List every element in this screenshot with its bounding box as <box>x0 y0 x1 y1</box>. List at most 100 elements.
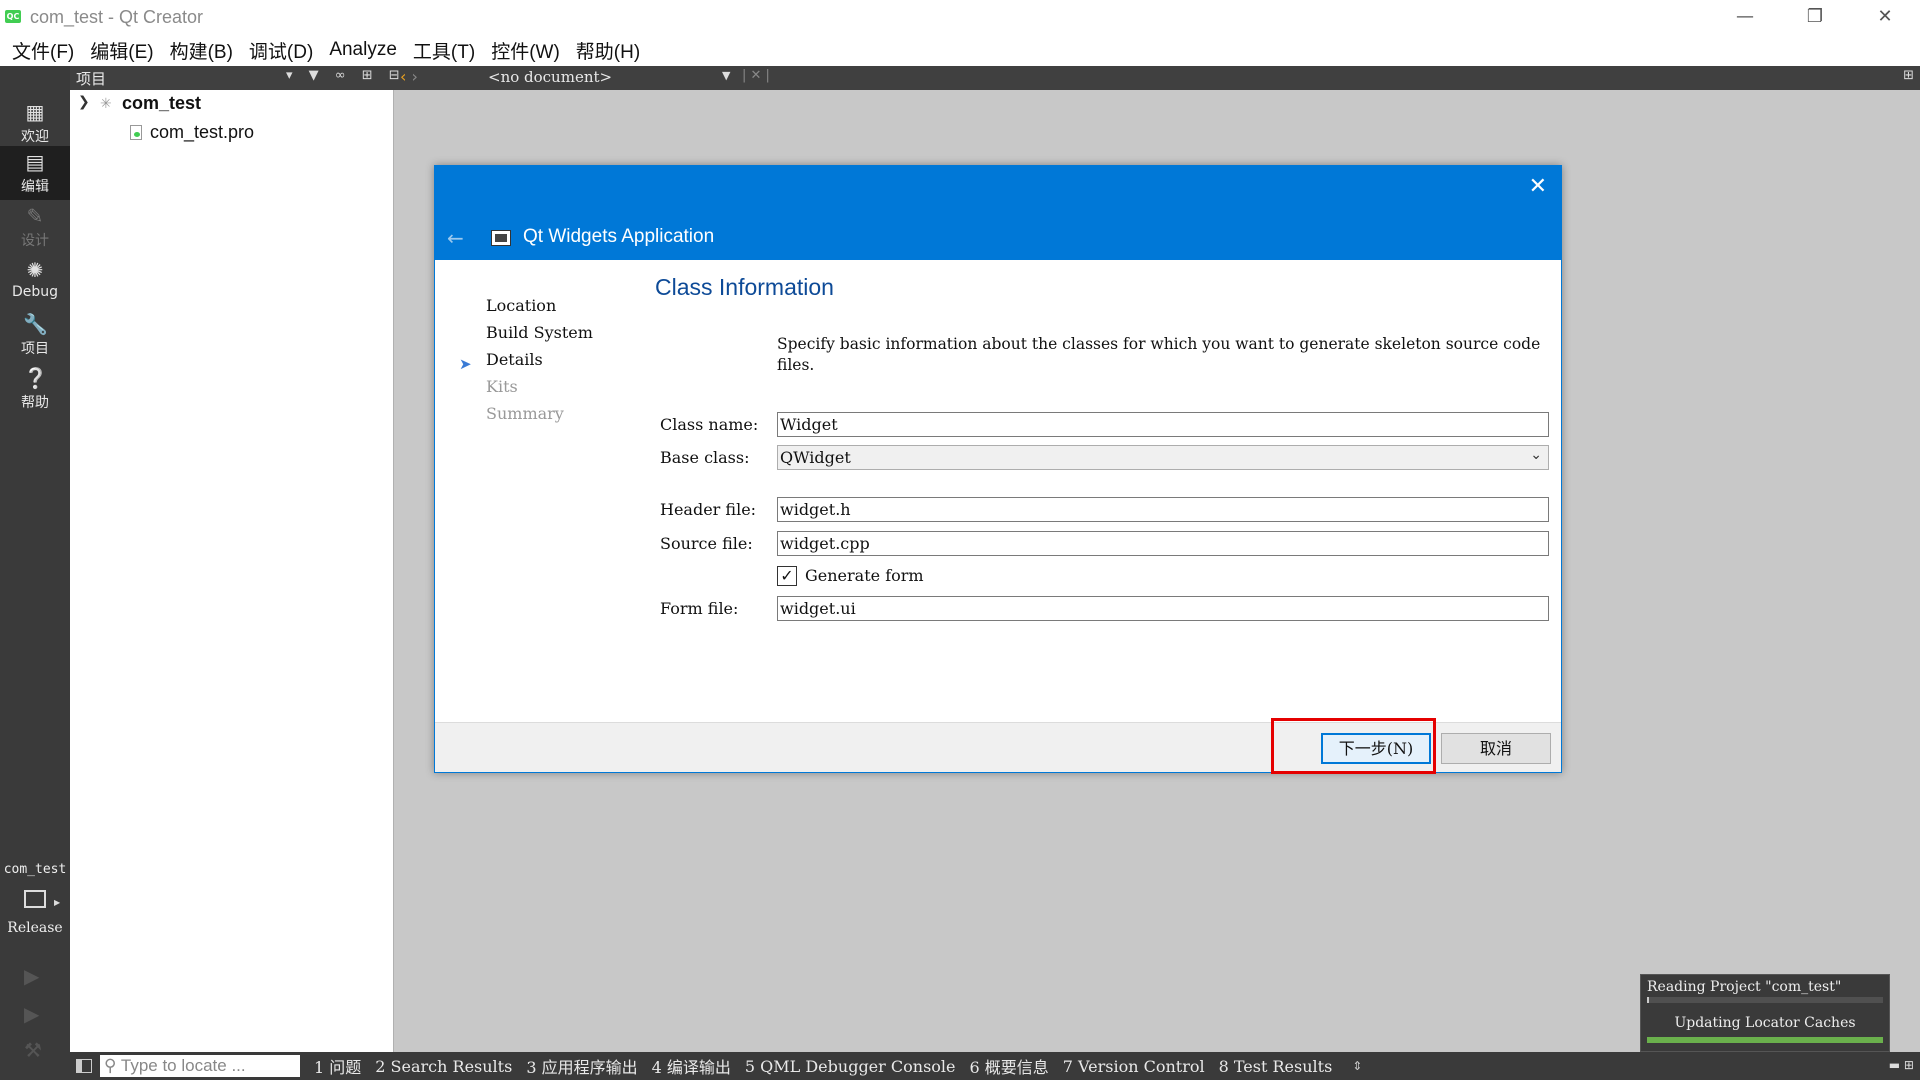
new-project-wizard-dialog: ✕ ← Qt Widgets Application ➤ Location Bu… <box>434 165 1562 773</box>
tree-project-item[interactable]: com_test <box>122 93 201 114</box>
debug-run-icon[interactable]: ▶ <box>24 1002 39 1026</box>
pencil-icon: ✎ <box>26 204 44 228</box>
bug-icon: ✺ <box>26 258 44 282</box>
progress-bar-reading-project <box>1647 997 1883 1003</box>
split-icon[interactable]: ⊞ <box>1903 68 1914 83</box>
next-button-highlight <box>1271 718 1436 774</box>
header-file-input[interactable]: widget.h <box>777 497 1549 522</box>
tree-file-item[interactable]: com_test.pro <box>150 122 254 143</box>
restore-icon[interactable]: ❐ <box>1780 0 1850 34</box>
output-tab-test-results[interactable]: 8 Test Results <box>1219 1057 1333 1076</box>
class-name-label: Class name: <box>660 415 759 434</box>
chevron-updown-icon[interactable]: ⇕ <box>1352 1059 1362 1073</box>
dialog-title: Qt Widgets Application <box>523 226 715 247</box>
close-icon[interactable]: ✕ <box>1850 0 1920 34</box>
grid-icon: ▦ <box>25 100 45 124</box>
page-title: Class Information <box>655 274 834 300</box>
step-summary: Summary <box>486 404 564 423</box>
menu-analyze[interactable]: Analyze <box>321 39 405 61</box>
back-arrow-icon[interactable]: ← <box>447 226 464 250</box>
qt-creator-app-icon: QC <box>5 10 21 23</box>
output-pane-bar: ⚲ Type to locate ... 1 问题 2 Search Resul… <box>70 1052 1920 1080</box>
output-tab-search-results[interactable]: 2 Search Results <box>375 1057 512 1076</box>
source-file-input[interactable]: widget.cpp <box>777 531 1549 556</box>
editor-toolbar: 项目 ▾ ▼ ∞ ⊞ ⊟ ‹ › <no document> ▼ | ✕ | ⊞ <box>70 66 1920 90</box>
output-tab-version-control[interactable]: 7 Version Control <box>1063 1057 1205 1076</box>
progress-task-locator-caches: Updating Locator Caches <box>1674 1015 1856 1031</box>
menu-build[interactable]: 构建(B) <box>162 37 241 64</box>
class-name-input[interactable]: Widget <box>777 412 1549 437</box>
output-tab-general-messages[interactable]: 6 概要信息 <box>970 1054 1049 1078</box>
step-details: Details <box>486 350 543 369</box>
step-build-system: Build System <box>486 323 593 342</box>
pro-file-icon <box>130 125 142 140</box>
current-step-arrow-icon: ➤ <box>459 355 472 373</box>
wrench-icon: 🔧 <box>23 312 48 336</box>
mode-projects[interactable]: 🔧 项目 <box>0 308 70 362</box>
minimize-icon[interactable]: — <box>1710 0 1780 34</box>
progress-task-reading-project: Reading Project "com_test" <box>1647 979 1842 995</box>
project-tree-panel: ❯ ✳ com_test com_test.pro <box>70 90 394 1052</box>
progress-panel: Reading Project "com_test" Updating Loca… <box>1640 974 1890 1052</box>
output-tab-issues[interactable]: 1 问题 <box>314 1054 361 1078</box>
filter-icon[interactable]: ▾ ▼ ∞ ⊞ ⊟ <box>286 68 406 83</box>
menu-debug[interactable]: 调试(D) <box>241 37 321 64</box>
page-description: Specify basic information about the clas… <box>777 335 1541 374</box>
monitor-icon <box>24 890 46 908</box>
chevron-right-icon: ▶ <box>54 898 61 907</box>
mode-help-label: 帮助 <box>21 395 49 411</box>
menu-bar: 文件(F) 编辑(E) 构建(B) 调试(D) Analyze 工具(T) 控件… <box>0 34 1920 66</box>
menu-tools[interactable]: 工具(T) <box>405 37 483 64</box>
mode-help[interactable]: ❔ 帮助 <box>0 362 70 416</box>
close-document-icon[interactable]: | ✕ | <box>742 68 770 83</box>
window-title: com_test - Qt Creator <box>30 7 204 27</box>
progress-bar-locator-caches <box>1647 1037 1883 1043</box>
mode-welcome[interactable]: ▦ 欢迎 <box>0 96 70 150</box>
mode-edit-label: 编辑 <box>21 179 49 195</box>
base-class-select[interactable]: QWidget ⌄ <box>777 445 1549 470</box>
generate-form-checkbox[interactable]: ✓ <box>777 566 797 586</box>
project-icon: ✳ <box>100 96 112 112</box>
locator-placeholder: Type to locate ... <box>120 1056 246 1075</box>
step-kits: Kits <box>486 377 518 396</box>
locator-input[interactable]: ⚲ Type to locate ... <box>100 1055 300 1077</box>
status-toggle-icon[interactable]: ▬ ⊞ <box>1889 1058 1914 1072</box>
nav-back-forward-icon[interactable]: ‹ › <box>400 67 418 86</box>
mode-design-label: 设计 <box>21 233 49 249</box>
form-file-label: Form file: <box>660 599 739 618</box>
run-icon[interactable]: ▶ <box>24 964 39 988</box>
mode-welcome-label: 欢迎 <box>21 129 49 145</box>
dialog-header: ✕ ← Qt Widgets Application <box>435 166 1561 260</box>
build-hammer-icon[interactable]: ⚒ <box>24 1038 42 1062</box>
chevron-down-icon[interactable]: ❯ <box>78 94 90 110</box>
base-class-label: Base class: <box>660 448 750 467</box>
menu-widgets[interactable]: 控件(W) <box>483 37 568 64</box>
step-location: Location <box>486 296 557 315</box>
cancel-button[interactable]: 取消 <box>1441 733 1551 764</box>
qt-widgets-app-icon <box>491 230 511 246</box>
chevron-down-icon[interactable]: ▼ <box>722 69 730 82</box>
chevron-down-icon: ⌄ <box>1530 447 1542 463</box>
mode-edit[interactable]: ▤ 编辑 <box>0 146 70 200</box>
mode-debug-label: Debug <box>11 284 59 300</box>
menu-file[interactable]: 文件(F) <box>4 37 82 64</box>
output-tab-compile-output[interactable]: 4 编译输出 <box>652 1054 731 1078</box>
base-class-value: QWidget <box>780 448 851 467</box>
title-bar: QC com_test - Qt Creator — ❐ ✕ <box>0 0 1920 34</box>
target-project-label: com_test <box>3 862 67 877</box>
target-config-label: Release <box>7 920 63 936</box>
document-selector[interactable]: <no document> <box>488 68 612 86</box>
projects-view-selector[interactable]: 项目 <box>76 68 106 89</box>
menu-edit[interactable]: 编辑(E) <box>82 37 161 64</box>
output-tab-application-output[interactable]: 3 应用程序输出 <box>526 1054 637 1078</box>
output-tab-qml-debugger[interactable]: 5 QML Debugger Console <box>745 1057 956 1076</box>
close-icon[interactable]: ✕ <box>1529 174 1547 199</box>
sidebar-toggle-icon[interactable] <box>76 1059 92 1073</box>
mode-debug[interactable]: ✺ Debug <box>0 254 70 308</box>
menu-help[interactable]: 帮助(H) <box>568 37 648 64</box>
mode-projects-label: 项目 <box>21 341 49 357</box>
form-file-input[interactable]: widget.ui <box>777 596 1549 621</box>
generate-form-label: Generate form <box>805 566 924 585</box>
mode-design[interactable]: ✎ 设计 <box>0 200 70 254</box>
source-file-label: Source file: <box>660 534 753 553</box>
